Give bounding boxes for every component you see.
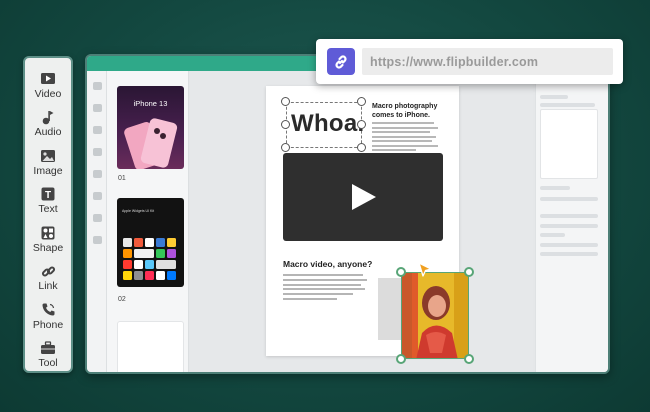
thumbnail-number: 02 [118, 296, 126, 303]
svg-text:T: T [45, 190, 51, 201]
panel-line [540, 214, 598, 218]
phone-icon [39, 302, 57, 318]
panel-preview-box[interactable] [540, 109, 598, 179]
toolbox-icon [39, 340, 57, 356]
resize-handle[interactable] [281, 120, 290, 129]
panel-line [540, 233, 565, 237]
cursor-icon [418, 262, 432, 277]
tool-palette: Video Audio Image T Text Shape Link Phon… [23, 56, 73, 373]
resize-handle[interactable] [357, 97, 366, 106]
audio-icon [39, 109, 57, 125]
shape-icon [39, 225, 57, 241]
headline-text[interactable]: Whoa. [291, 110, 365, 138]
tool-label: Shape [32, 241, 64, 254]
tool-shape[interactable]: Shape [25, 220, 71, 259]
photo-handle[interactable] [464, 267, 474, 277]
properties-panel [535, 71, 608, 372]
section-text-lines [283, 274, 368, 303]
resize-handle[interactable] [281, 97, 290, 106]
panel-line [540, 224, 598, 228]
tool-audio[interactable]: Audio [25, 105, 71, 144]
panel-line [540, 186, 570, 190]
rail-icon[interactable] [93, 236, 102, 244]
image-icon [39, 148, 57, 164]
thumbnail-list: iPhone 13 01 Apple Widgets UI Kit 02 [107, 71, 189, 372]
tool-video[interactable]: Video [25, 66, 71, 105]
tool-label: Phone [32, 318, 64, 331]
tool-label: Video [34, 87, 62, 100]
thumbnail-page-2[interactable]: Apple Widgets UI Kit [117, 198, 184, 287]
resize-handle[interactable] [281, 143, 290, 152]
rail-icon[interactable] [93, 192, 102, 200]
rail-icon[interactable] [93, 126, 102, 134]
panel-line [540, 95, 568, 99]
panel-line [540, 243, 598, 247]
tool-link[interactable]: Link [25, 259, 71, 298]
tool-label: Tool [38, 357, 58, 370]
photo-handle[interactable] [464, 354, 474, 364]
url-input[interactable]: https://www.flipbuilder.com [362, 48, 613, 75]
thumbnail-number: 01 [118, 175, 126, 182]
panel-line [540, 252, 598, 256]
thumbnail-page-3[interactable] [117, 321, 184, 372]
link-icon [335, 54, 347, 69]
video-icon [39, 71, 57, 87]
rail-icon[interactable] [93, 214, 102, 222]
page-rail [87, 71, 107, 372]
page-subheading: Macro photography comes to iPhone. [372, 103, 438, 119]
play-icon[interactable] [352, 184, 376, 210]
tool-tool[interactable]: Tool [25, 336, 71, 375]
thumbnail-page-1[interactable]: iPhone 13 [117, 86, 184, 169]
tool-label: Link [38, 280, 58, 293]
tool-phone[interactable]: Phone [25, 297, 71, 336]
iphone-image [124, 118, 178, 169]
body-text-lines [372, 122, 442, 154]
rail-icon[interactable] [93, 104, 102, 112]
link-button[interactable] [327, 48, 355, 75]
resize-handle[interactable] [357, 120, 366, 129]
rail-icon[interactable] [93, 82, 102, 90]
tool-label: Audio [34, 126, 62, 139]
portrait-image [402, 273, 468, 358]
tool-text[interactable]: T Text [25, 182, 71, 221]
tool-image[interactable]: Image [25, 143, 71, 182]
rail-icon[interactable] [93, 148, 102, 156]
url-bar: https://www.flipbuilder.com [316, 39, 623, 84]
widgets-image [123, 238, 176, 280]
rail-icon[interactable] [93, 170, 102, 178]
url-text: https://www.flipbuilder.com [370, 55, 539, 69]
tool-label: Text [38, 203, 58, 216]
portrait-photo[interactable] [401, 272, 469, 359]
resize-handle[interactable] [357, 143, 366, 152]
photo-handle[interactable] [396, 354, 406, 364]
tool-label: Image [33, 164, 63, 177]
panel-line [540, 197, 598, 201]
section-title: Macro video, anyone? [283, 259, 373, 269]
text-icon: T [39, 186, 57, 202]
panel-line [540, 103, 595, 107]
link-icon [39, 263, 57, 279]
photo-handle[interactable] [396, 267, 406, 277]
